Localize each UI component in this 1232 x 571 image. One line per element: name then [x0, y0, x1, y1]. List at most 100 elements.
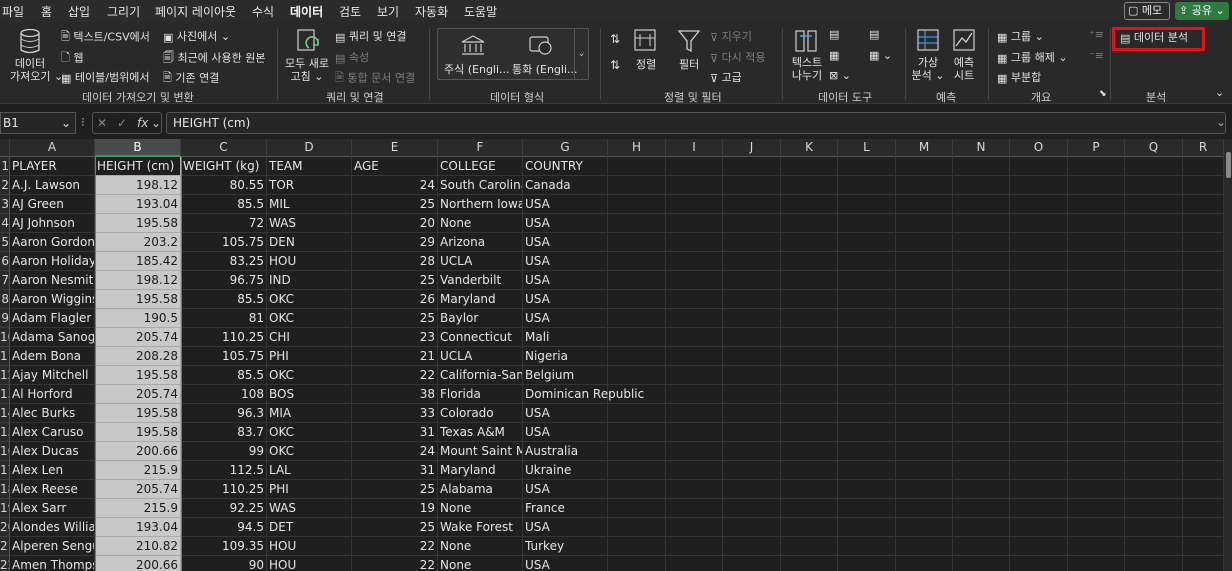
table-cell[interactable] — [608, 271, 666, 290]
row-header[interactable]: 7 — [0, 271, 10, 290]
table-cell[interactable] — [953, 214, 1010, 233]
table-cell[interactable]: PHI — [267, 480, 352, 499]
table-cell[interactable]: 96.75 — [181, 271, 267, 290]
column-header-q[interactable]: Q — [1125, 139, 1183, 157]
table-cell[interactable]: AJ Green — [10, 195, 95, 214]
table-cell[interactable] — [781, 214, 838, 233]
table-cell[interactable] — [608, 290, 666, 309]
table-cell[interactable]: Adama Sanogo — [10, 328, 95, 347]
table-cell[interactable]: 92.25 — [181, 499, 267, 518]
table-cell[interactable]: Mount Saint Mary's — [438, 442, 523, 461]
table-cell[interactable]: Alec Burks — [10, 404, 95, 423]
table-cell[interactable] — [953, 537, 1010, 556]
header-cell[interactable] — [723, 157, 781, 176]
table-cell[interactable] — [1125, 328, 1183, 347]
clear-filter-button[interactable]: ⊽ 지우기 — [710, 28, 752, 44]
column-header-k[interactable]: K — [781, 139, 838, 157]
table-cell[interactable]: France — [523, 499, 608, 518]
table-cell[interactable] — [1068, 461, 1125, 480]
table-cell[interactable]: Baylor — [438, 309, 523, 328]
ungroup-button[interactable]: ▦ 그룹 해제 ⌄ — [997, 49, 1068, 65]
consolidate-button[interactable]: ▤ — [869, 28, 879, 41]
table-cell[interactable] — [896, 366, 953, 385]
table-cell[interactable] — [666, 290, 723, 309]
table-cell[interactable] — [781, 309, 838, 328]
table-cell[interactable]: 203.2 — [95, 233, 181, 252]
table-cell[interactable]: OKC — [267, 366, 352, 385]
table-cell[interactable] — [723, 556, 781, 571]
row-header[interactable]: 12 — [0, 366, 10, 385]
table-cell[interactable] — [896, 499, 953, 518]
column-header-f[interactable]: F — [438, 139, 523, 157]
column-header-g[interactable]: G — [523, 139, 608, 157]
table-cell[interactable]: 193.04 — [95, 518, 181, 537]
table-cell[interactable]: Alex Sarr — [10, 499, 95, 518]
header-cell[interactable] — [896, 157, 953, 176]
select-all-corner[interactable] — [0, 139, 10, 157]
table-cell[interactable] — [781, 518, 838, 537]
table-cell[interactable] — [608, 556, 666, 571]
table-cell[interactable] — [666, 233, 723, 252]
table-cell[interactable]: 85.5 — [181, 366, 267, 385]
table-cell[interactable] — [1183, 442, 1224, 461]
table-cell[interactable] — [1183, 404, 1224, 423]
table-cell[interactable] — [1125, 366, 1183, 385]
table-cell[interactable] — [896, 233, 953, 252]
table-cell[interactable]: USA — [523, 556, 608, 571]
header-cell[interactable] — [781, 157, 838, 176]
column-header-b[interactable]: B — [95, 139, 181, 157]
table-cell[interactable]: 24 — [352, 442, 438, 461]
table-cell[interactable]: 195.58 — [95, 423, 181, 442]
column-header-e[interactable]: E — [352, 139, 438, 157]
table-cell[interactable] — [1183, 385, 1224, 404]
table-cell[interactable] — [1183, 518, 1224, 537]
table-cell[interactable] — [1068, 214, 1125, 233]
table-cell[interactable]: Northern Iowa — [438, 195, 523, 214]
table-cell[interactable] — [608, 214, 666, 233]
table-cell[interactable] — [896, 556, 953, 571]
table-cell[interactable]: USA — [523, 214, 608, 233]
header-cell[interactable]: HEIGHT (cm) — [95, 157, 181, 176]
table-cell[interactable] — [1010, 385, 1068, 404]
table-cell[interactable] — [1010, 328, 1068, 347]
table-cell[interactable]: 31 — [352, 423, 438, 442]
table-cell[interactable]: South Carolina — [438, 176, 523, 195]
table-cell[interactable]: OKC — [267, 309, 352, 328]
table-cell[interactable] — [1010, 233, 1068, 252]
table-cell[interactable]: 109.35 — [181, 537, 267, 556]
table-cell[interactable] — [608, 252, 666, 271]
table-cell[interactable]: 96.3 — [181, 404, 267, 423]
table-cell[interactable] — [723, 499, 781, 518]
tab-view[interactable]: 보기 — [377, 3, 399, 20]
table-cell[interactable] — [781, 404, 838, 423]
table-cell[interactable] — [1010, 423, 1068, 442]
table-cell[interactable]: 195.58 — [95, 366, 181, 385]
table-cell[interactable] — [666, 442, 723, 461]
table-cell[interactable] — [896, 480, 953, 499]
table-cell[interactable] — [953, 385, 1010, 404]
table-cell[interactable] — [838, 385, 896, 404]
table-cell[interactable]: 110.25 — [181, 480, 267, 499]
table-cell[interactable] — [723, 537, 781, 556]
table-cell[interactable] — [608, 461, 666, 480]
table-cell[interactable] — [608, 480, 666, 499]
table-cell[interactable]: CHI — [267, 328, 352, 347]
reapply-button[interactable]: ⊽ 다시 적용 — [710, 49, 766, 65]
table-cell[interactable] — [1125, 233, 1183, 252]
table-cell[interactable] — [838, 461, 896, 480]
column-header-d[interactable]: D — [267, 139, 352, 157]
table-cell[interactable]: Alex Caruso — [10, 423, 95, 442]
table-cell[interactable] — [1010, 499, 1068, 518]
name-box[interactable]: B1 ⌄ — [0, 112, 76, 134]
table-cell[interactable] — [838, 442, 896, 461]
table-cell[interactable]: TOR — [267, 176, 352, 195]
table-cell[interactable]: WAS — [267, 499, 352, 518]
column-header-h[interactable]: H — [608, 139, 666, 157]
column-header-a[interactable]: A — [10, 139, 95, 157]
table-cell[interactable]: Aaron Wiggins — [10, 290, 95, 309]
table-cell[interactable]: USA — [523, 404, 608, 423]
table-cell[interactable]: Alex Reese — [10, 480, 95, 499]
table-cell[interactable] — [1068, 366, 1125, 385]
subtotal-button[interactable]: ▦ 부분합 — [997, 69, 1041, 85]
table-cell[interactable] — [666, 347, 723, 366]
